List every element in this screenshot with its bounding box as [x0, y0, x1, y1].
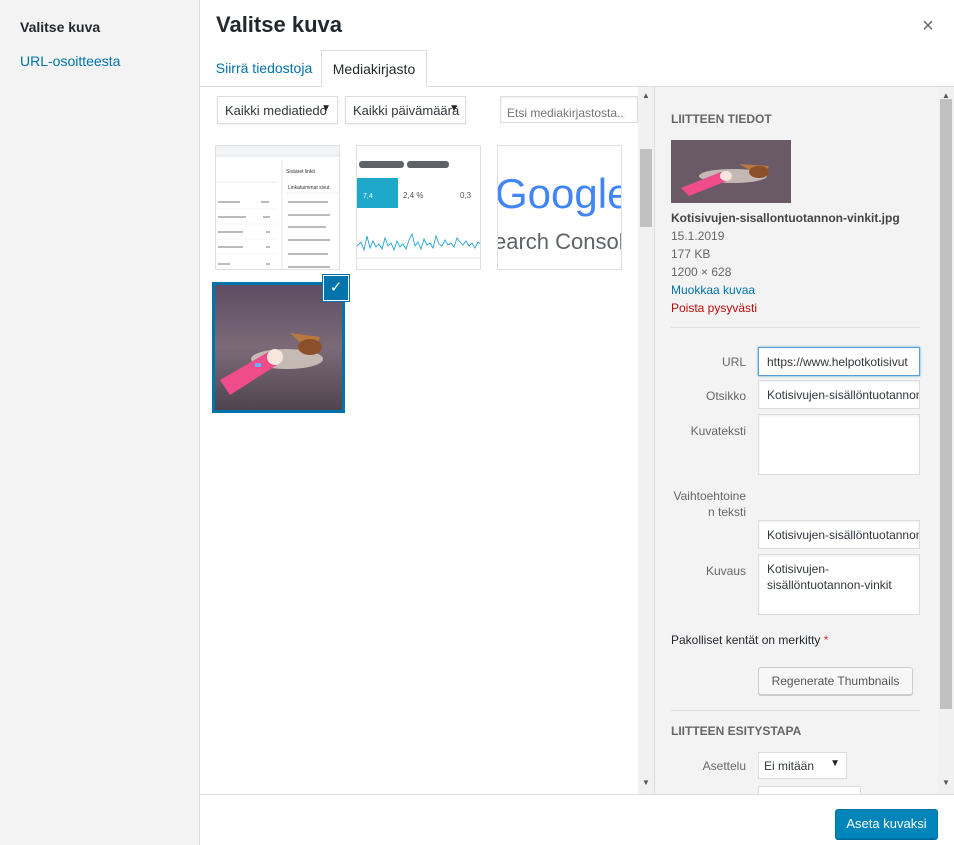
- selected-check-icon[interactable]: ✓: [324, 276, 348, 300]
- attachment-dimensions: 1200 × 628: [671, 265, 732, 279]
- attachment-preview: [671, 140, 791, 203]
- media-type-filter[interactable]: Kaikki mediatiedo ▼: [217, 96, 338, 124]
- ice-cream-image: [215, 285, 342, 410]
- scroll-down-icon[interactable]: ▼: [642, 778, 650, 787]
- thumb2-stat2: 2,4 %: [403, 191, 423, 200]
- menu-item-from-url[interactable]: URL-osoitteesta: [20, 53, 120, 69]
- attachment-filesize: 177 KB: [671, 247, 711, 261]
- sidebar-scrollbar[interactable]: ▲ ▼: [938, 87, 954, 794]
- media-type-filter-value: Kaikki mediatiedo: [225, 103, 327, 118]
- alignment-label: Asettelu: [702, 759, 746, 773]
- attachment-filename: Kotisivujen-sisallontuotannon-vinkit.jpg: [671, 211, 900, 225]
- required-star: *: [823, 633, 829, 647]
- dropdown-arrow-icon: ▼: [321, 103, 331, 114]
- thumb3-google: Google: [498, 170, 622, 217]
- library-scrollbar[interactable]: ▲ ▼: [638, 87, 654, 794]
- url-label: URL: [721, 355, 746, 369]
- attachment-thumbnail-selected[interactable]: [212, 282, 345, 413]
- attachment-details-heading: Liitteen tiedot: [671, 112, 772, 126]
- date-filter[interactable]: Kaikki päivämäärä ▼: [345, 96, 466, 124]
- set-featured-image-button[interactable]: Aseta kuvaksi: [835, 809, 938, 839]
- scroll-up-icon[interactable]: ▲: [642, 91, 650, 100]
- internal-links-screenshot: Sisäiset linkit Linkatuimmat sivut: [216, 146, 339, 269]
- alignment-value: Ei mitään: [764, 759, 815, 773]
- url-field[interactable]: https://www.helpotkotisivut: [758, 347, 920, 376]
- google-search-console-logo: Google earch Console: [498, 146, 622, 269]
- dropdown-arrow-icon: ▼: [830, 758, 840, 769]
- tab-media-library[interactable]: Mediakirjasto: [321, 50, 427, 87]
- scrollbar-thumb[interactable]: [640, 149, 652, 227]
- thumb2-stat3: 0,3: [460, 191, 472, 200]
- alignment-select[interactable]: Ei mitään ▼: [758, 752, 847, 779]
- dropdown-arrow-icon: ▼: [449, 103, 459, 114]
- attachment-thumbnail[interactable]: Sisäiset linkit Linkatuimmat sivut: [215, 145, 340, 270]
- description-line2: sisällöntuotannon-vinkit: [767, 578, 892, 592]
- alt-text-label-line2: n teksti: [707, 505, 746, 519]
- required-fields-text: Pakolliset kentät on merkitty: [671, 633, 821, 647]
- attachment-date: 15.1.2019: [671, 229, 725, 243]
- thumb2-stat1: 7,4: [363, 193, 373, 200]
- display-divider: [671, 710, 920, 711]
- ice-cream-preview-image: [671, 140, 791, 203]
- media-frame-menu: Valitse kuva URL-osoitteesta: [0, 0, 200, 845]
- thumb1-title: Sisäiset linkit: [286, 169, 316, 175]
- details-divider: [671, 327, 920, 328]
- description-label: Kuvaus: [705, 564, 746, 578]
- attachment-thumbnail[interactable]: 7,4 2,4 % 0,3: [356, 145, 481, 270]
- search-console-chart-screenshot: 7,4 2,4 % 0,3: [357, 146, 480, 269]
- attachment-thumbnail[interactable]: Google earch Console: [497, 145, 622, 270]
- thumb3-console: earch Console: [498, 229, 622, 254]
- delete-permanently-link[interactable]: Poista pysyvästi: [671, 301, 757, 315]
- description-field[interactable]: Kotisivujen- sisällöntuotannon-vinkit: [758, 554, 920, 615]
- media-search-input[interactable]: [500, 96, 638, 123]
- title-field[interactable]: Kotisivujen-sisällöntuotannon: [758, 380, 920, 409]
- scroll-down-icon[interactable]: ▼: [942, 778, 950, 787]
- modal-title: Valitse kuva: [216, 12, 342, 37]
- scrollbar-thumb[interactable]: [940, 99, 952, 709]
- regenerate-thumbnails-button[interactable]: Regenerate Thumbnails: [758, 667, 913, 695]
- close-icon[interactable]: ×: [914, 12, 942, 40]
- date-filter-value: Kaikki päivämäärä: [353, 103, 460, 118]
- description-line1: Kotisivujen-: [767, 562, 830, 576]
- thumb1-heading: Linkatuimmat sivut: [288, 185, 330, 191]
- required-fields-note: Pakolliset kentät on merkitty *: [671, 633, 828, 647]
- caption-field[interactable]: [758, 414, 920, 475]
- edit-image-link[interactable]: Muokkaa kuvaa: [671, 283, 755, 297]
- tab-upload-files[interactable]: Siirrä tiedostoja: [208, 50, 320, 87]
- title-label: Otsikko: [705, 389, 746, 403]
- display-settings-heading: Liitteen esitystapa: [671, 724, 802, 738]
- menu-item-select-image[interactable]: Valitse kuva: [20, 19, 100, 35]
- alt-text-field[interactable]: Kotisivujen-sisällöntuotannon: [758, 520, 920, 549]
- alt-text-label-line1: Vaihtoehtoine: [673, 489, 746, 503]
- caption-label: Kuvateksti: [690, 424, 746, 438]
